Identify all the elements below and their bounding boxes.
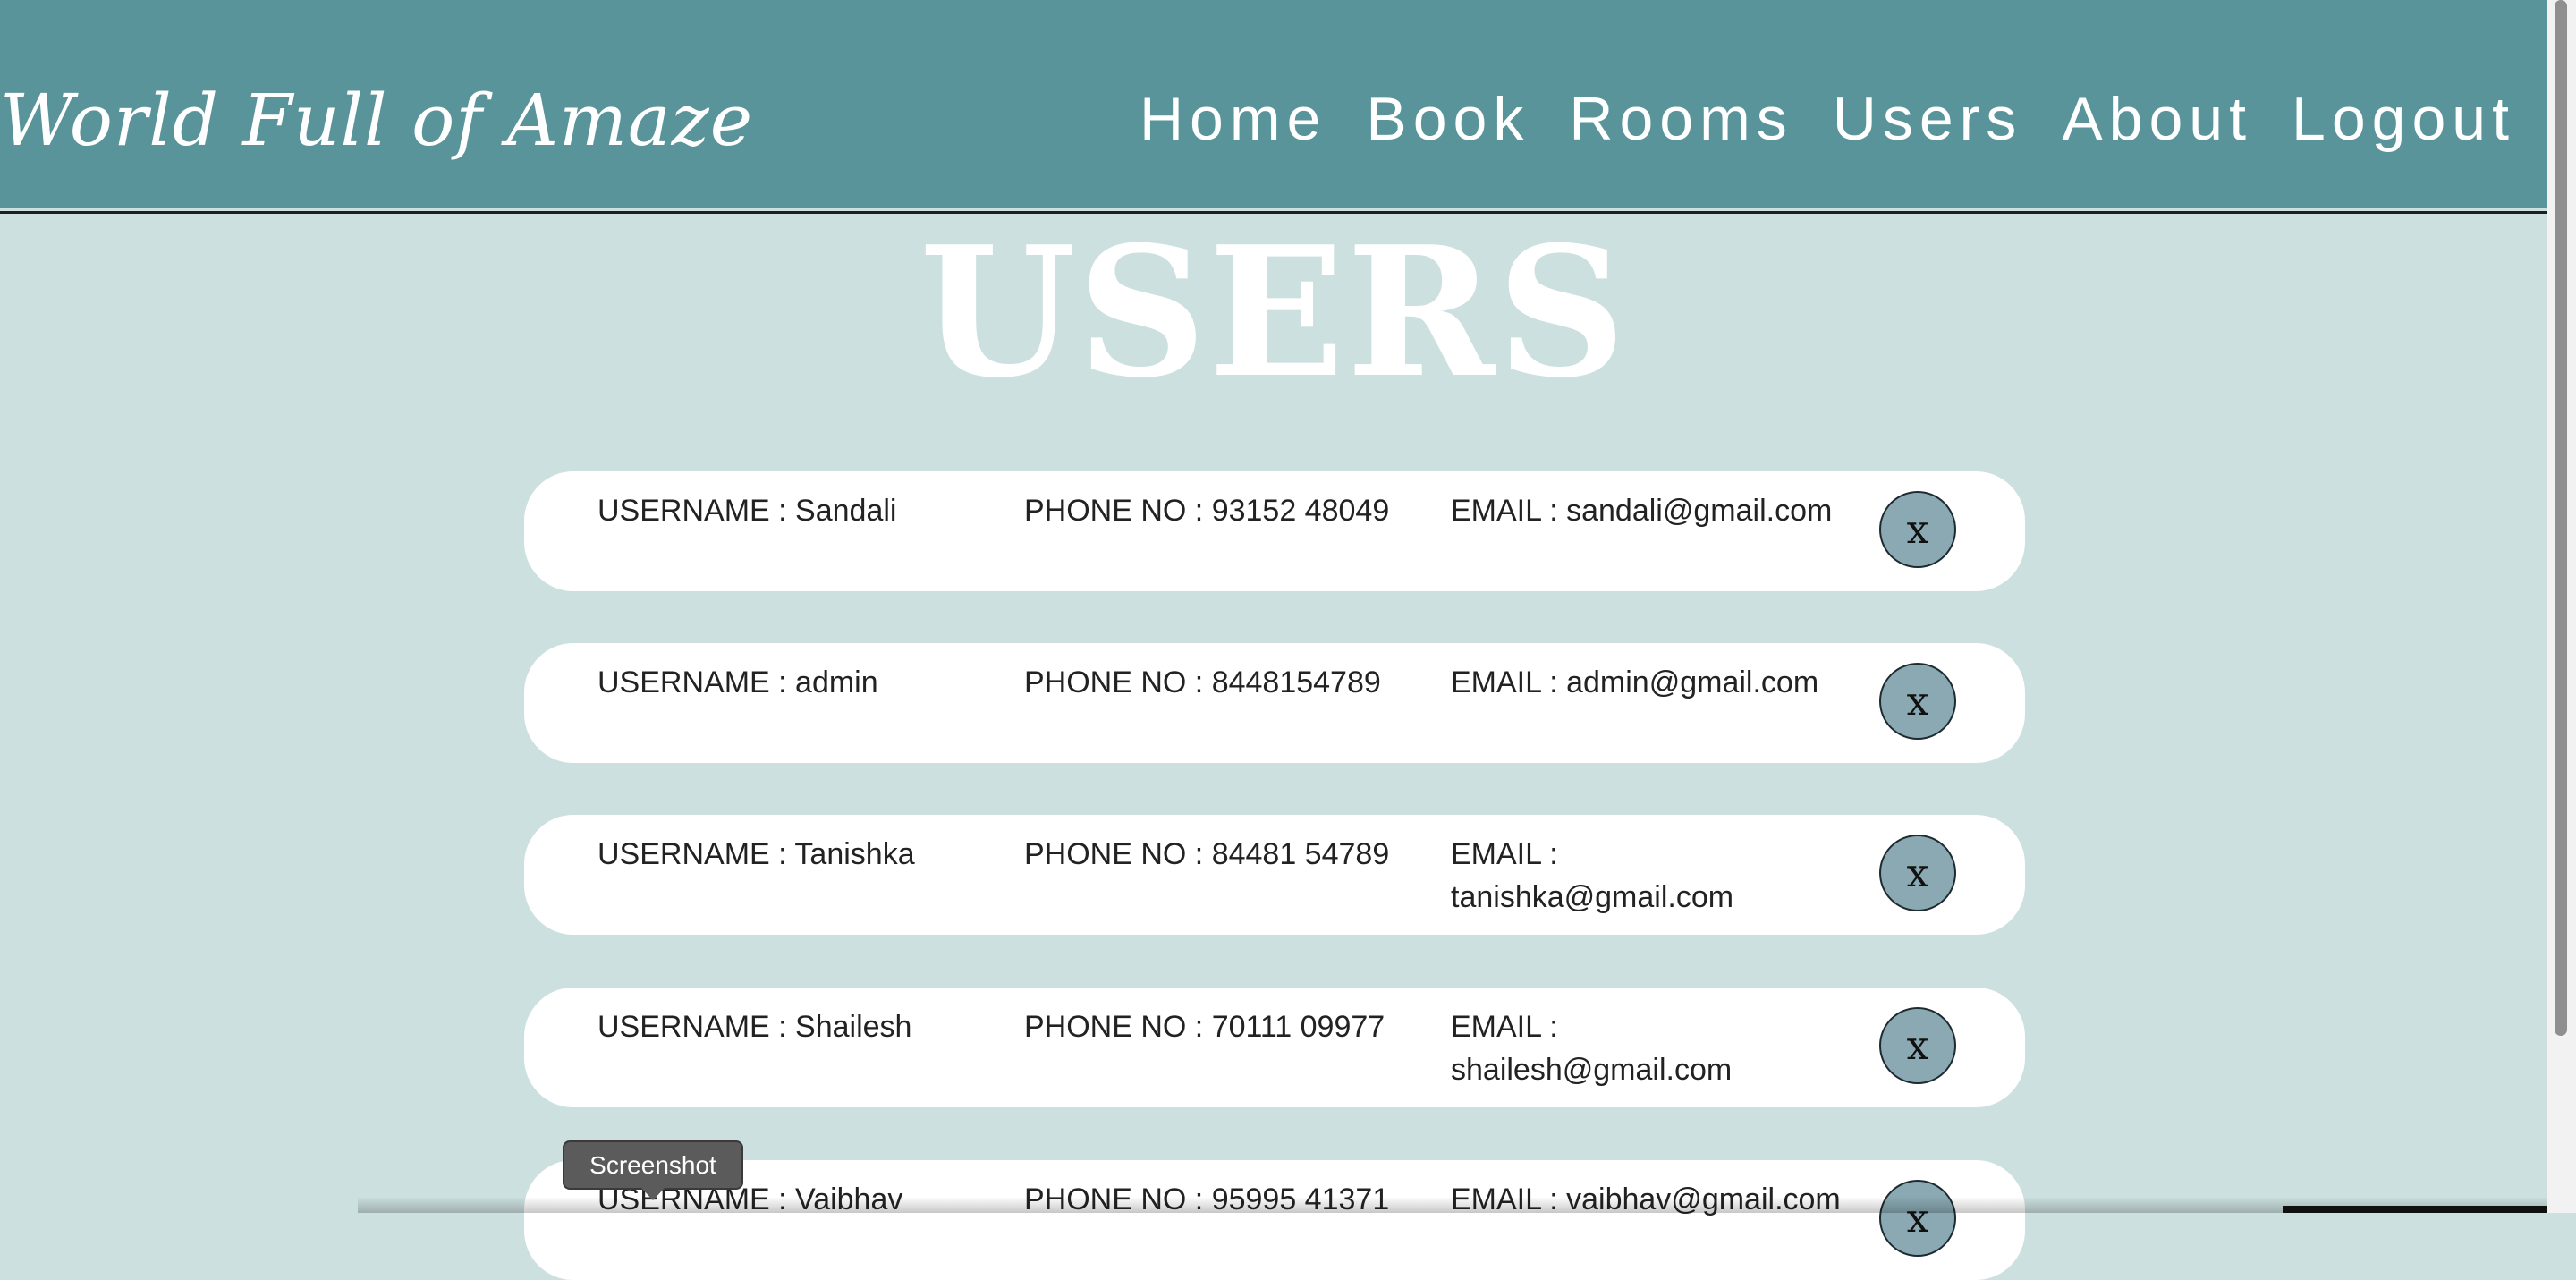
delete-user-button[interactable]: x: [1879, 491, 1956, 568]
user-card: USERNAME : Vaibhav PHONE NO : 95995 4137…: [524, 1160, 2025, 1280]
site-logo[interactable]: World Full of Amaze: [0, 72, 753, 170]
page-title: USERS: [919, 208, 1628, 418]
delete-user-button[interactable]: x: [1879, 1180, 1956, 1257]
user-card: USERNAME : admin PHONE NO : 8448154789 E…: [524, 643, 2025, 763]
scrollbar-thumb[interactable]: [2555, 0, 2567, 1036]
phone-text: PHONE NO : 93152 48049: [1024, 494, 1390, 528]
username-text: USERNAME : admin: [597, 665, 878, 699]
bottom-bar: [2283, 1206, 2547, 1213]
tooltip-arrow: [641, 1188, 665, 1200]
main-nav: Home Book Rooms Users About Logout: [1140, 79, 2515, 159]
user-card: USERNAME : Shailesh PHONE NO : 70111 099…: [524, 988, 2025, 1107]
username-text: USERNAME : Tanishka: [597, 837, 915, 871]
screenshot-tooltip: Screenshot: [563, 1140, 743, 1190]
phone-text: PHONE NO : 8448154789: [1024, 665, 1381, 699]
phone-text: PHONE NO : 84481 54789: [1024, 837, 1390, 871]
bottom-shadow: [358, 1197, 2547, 1213]
delete-user-button[interactable]: x: [1879, 663, 1956, 740]
username-text: USERNAME : Sandali: [597, 494, 897, 528]
nav-home[interactable]: Home: [1140, 84, 1326, 154]
username-text: USERNAME : Shailesh: [597, 1010, 912, 1044]
email-text: EMAIL : tanishka@gmail.com: [1451, 837, 1734, 914]
vertical-scrollbar[interactable]: [2547, 0, 2576, 1213]
site-header: World Full of Amaze Home Book Rooms User…: [0, 0, 2547, 208]
email-text: EMAIL : shailesh@gmail.com: [1451, 1010, 1733, 1087]
email-text: EMAIL : sandali@gmail.com: [1451, 494, 1833, 528]
user-card: USERNAME : Tanishka PHONE NO : 84481 547…: [524, 815, 2025, 935]
nav-logout[interactable]: Logout: [2292, 84, 2515, 154]
phone-text: PHONE NO : 70111 09977: [1024, 1010, 1385, 1044]
delete-user-button[interactable]: x: [1879, 835, 1956, 911]
email-text: EMAIL : admin@gmail.com: [1451, 665, 1819, 699]
nav-rooms[interactable]: Rooms: [1569, 84, 1792, 154]
nav-users[interactable]: Users: [1833, 84, 2023, 154]
delete-user-button[interactable]: x: [1879, 1007, 1956, 1084]
nav-about[interactable]: About: [2062, 84, 2252, 154]
user-card: USERNAME : Sandali PHONE NO : 93152 4804…: [524, 471, 2025, 591]
nav-book[interactable]: Book: [1366, 84, 1530, 154]
